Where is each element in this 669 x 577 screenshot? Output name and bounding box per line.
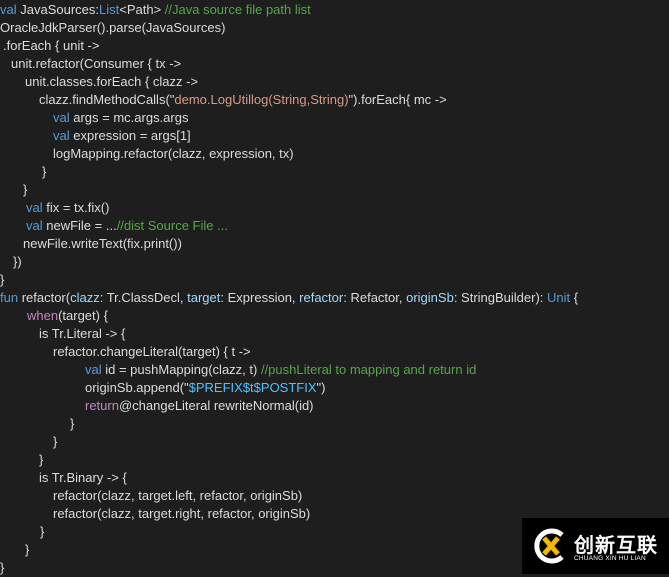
code-editor[interactable]: val JavaSources:List<Path> //Java source… bbox=[0, 1, 669, 577]
code-token-plain: : Expression, bbox=[220, 290, 300, 305]
code-token-plain: } bbox=[25, 542, 30, 557]
code-token-kw: val bbox=[0, 2, 17, 17]
code-token-param: clazz bbox=[70, 290, 100, 305]
code-line: is Tr.Binary -> { bbox=[0, 469, 669, 487]
code-token-plain: ") bbox=[316, 380, 326, 395]
code-line: val JavaSources:List<Path> //Java source… bbox=[0, 1, 669, 19]
code-line: refactor.changeLiteral(target) { t -> bbox=[0, 343, 669, 361]
code-token-plain: <Path> bbox=[119, 2, 165, 17]
watermark-subtitle: CHUANG XIN HU LIAN bbox=[574, 555, 646, 562]
code-line: newFile.writeText(fix.print()) bbox=[0, 235, 669, 253]
code-token-plain: JavaSources: bbox=[16, 2, 99, 17]
code-token-comment: //pushLiteral to mapping and return id bbox=[260, 362, 477, 377]
code-token-plain: } bbox=[39, 452, 44, 467]
code-line: val newFile = ...//dist Source File ... bbox=[0, 217, 669, 235]
code-token-type: Unit bbox=[547, 290, 571, 305]
watermark-title: 创新互联 bbox=[574, 535, 658, 557]
code-token-plain: is Tr.Literal -> { bbox=[39, 326, 126, 341]
code-token-plain: (target) { bbox=[58, 308, 108, 323]
code-token-plain: unit.classes.forEach { clazz -> bbox=[25, 74, 199, 89]
code-line: clazz.findMethodCalls("demo.LogUtillog(S… bbox=[0, 91, 669, 109]
code-token-plain: : StringBuilder): bbox=[453, 290, 548, 305]
code-token-kw: val bbox=[85, 362, 102, 377]
code-line: } bbox=[0, 271, 669, 289]
code-token-plain: } bbox=[0, 272, 5, 287]
code-token-plain: @changeLiteral rewriteNormal(id) bbox=[118, 398, 314, 413]
code-token-plain: fix = tx.fix() bbox=[42, 200, 110, 215]
code-token-kw: val bbox=[53, 128, 70, 143]
code-line: return@changeLiteral rewriteNormal(id) bbox=[0, 397, 669, 415]
code-token-plain: } bbox=[42, 164, 47, 179]
cx-logo-icon bbox=[534, 528, 564, 564]
code-token-plain: }) bbox=[13, 254, 22, 269]
code-token-ctrl: return bbox=[85, 398, 119, 413]
code-token-kw: val bbox=[53, 110, 70, 125]
code-line: } bbox=[0, 181, 669, 199]
code-token-comment: //dist Source File ... bbox=[116, 218, 228, 233]
code-token-plain: is Tr.Binary -> { bbox=[39, 470, 127, 485]
code-token-plain: refactor(clazz, target.left, refactor, o… bbox=[53, 488, 303, 503]
code-line: OracleJdkParser().parse(JavaSources) bbox=[0, 19, 669, 37]
code-token-plain: unit.refactor(Consumer { tx -> bbox=[11, 56, 182, 71]
code-token-plain: ").forEach{ mc -> bbox=[348, 92, 447, 107]
code-token-param: refactor bbox=[299, 290, 344, 305]
code-token-plain: } bbox=[23, 182, 28, 197]
code-token-plain: { bbox=[570, 290, 579, 305]
code-line: fun refactor(clazz: Tr.ClassDecl, target… bbox=[0, 289, 669, 307]
code-token-string: demo.LogUtillog(String,String) bbox=[174, 92, 349, 107]
code-token-plain: id = pushMapping(clazz, t) bbox=[101, 362, 261, 377]
code-token-plain: clazz.findMethodCalls(" bbox=[39, 92, 175, 107]
code-line: refactor(clazz, target.left, refactor, o… bbox=[0, 487, 669, 505]
code-token-plain: refactor(clazz, target.right, refactor, … bbox=[53, 506, 311, 521]
code-token-plain: : Refactor, bbox=[343, 290, 407, 305]
code-token-plain: } bbox=[53, 434, 58, 449]
code-line: when(target) { bbox=[0, 307, 669, 325]
code-token-plain: OracleJdkParser().parse(JavaSources) bbox=[0, 20, 226, 35]
code-token-comment: //Java source file path list bbox=[164, 2, 311, 17]
watermark-logo: 创新互联 CHUANG XIN HU LIAN bbox=[522, 518, 669, 574]
code-token-kw: val bbox=[26, 218, 43, 233]
code-line: val fix = tx.fix() bbox=[0, 199, 669, 217]
code-token-plain: logMapping.refactor(clazz, expression, t… bbox=[53, 146, 294, 161]
code-token-interp: $PREFIX$t$POSTFIX bbox=[188, 380, 317, 395]
code-line: logMapping.refactor(clazz, expression, t… bbox=[0, 145, 669, 163]
code-line: } bbox=[0, 163, 669, 181]
code-line: unit.refactor(Consumer { tx -> bbox=[0, 55, 669, 73]
code-token-plain: } bbox=[70, 416, 75, 431]
code-line: val expression = args[1] bbox=[0, 127, 669, 145]
code-line: }) bbox=[0, 253, 669, 271]
code-line: } bbox=[0, 415, 669, 433]
code-token-param: originSb bbox=[406, 290, 454, 305]
code-token-plain: } bbox=[0, 560, 5, 575]
code-token-plain: newFile = ... bbox=[42, 218, 117, 233]
code-line: .forEach { unit -> bbox=[0, 37, 669, 55]
code-token-plain: : Tr.ClassDecl, bbox=[99, 290, 188, 305]
code-token-param: target bbox=[187, 290, 221, 305]
code-line: } bbox=[0, 433, 669, 451]
code-line: originSb.append("$PREFIX$t$POSTFIX") bbox=[0, 379, 669, 397]
code-token-plain: originSb.append(" bbox=[85, 380, 189, 395]
code-line: } bbox=[0, 451, 669, 469]
code-token-plain: newFile.writeText(fix.print()) bbox=[23, 236, 182, 251]
code-token-plain: expression = args[1] bbox=[69, 128, 191, 143]
code-token-kw: fun bbox=[0, 290, 19, 305]
code-line: val id = pushMapping(clazz, t) //pushLit… bbox=[0, 361, 669, 379]
code-line: unit.classes.forEach { clazz -> bbox=[0, 73, 669, 91]
code-token-kw: val bbox=[26, 200, 43, 215]
code-token-plain: refactor.changeLiteral(target) { t -> bbox=[53, 344, 251, 359]
code-token-plain: refactor( bbox=[18, 290, 71, 305]
code-token-plain: .forEach { unit -> bbox=[3, 38, 100, 53]
code-token-type: List bbox=[99, 2, 120, 17]
code-token-plain: } bbox=[40, 524, 45, 539]
code-line: val args = mc.args.args bbox=[0, 109, 669, 127]
code-line: is Tr.Literal -> { bbox=[0, 325, 669, 343]
code-token-ctrl: when bbox=[27, 308, 59, 323]
code-token-plain: args = mc.args.args bbox=[69, 110, 189, 125]
